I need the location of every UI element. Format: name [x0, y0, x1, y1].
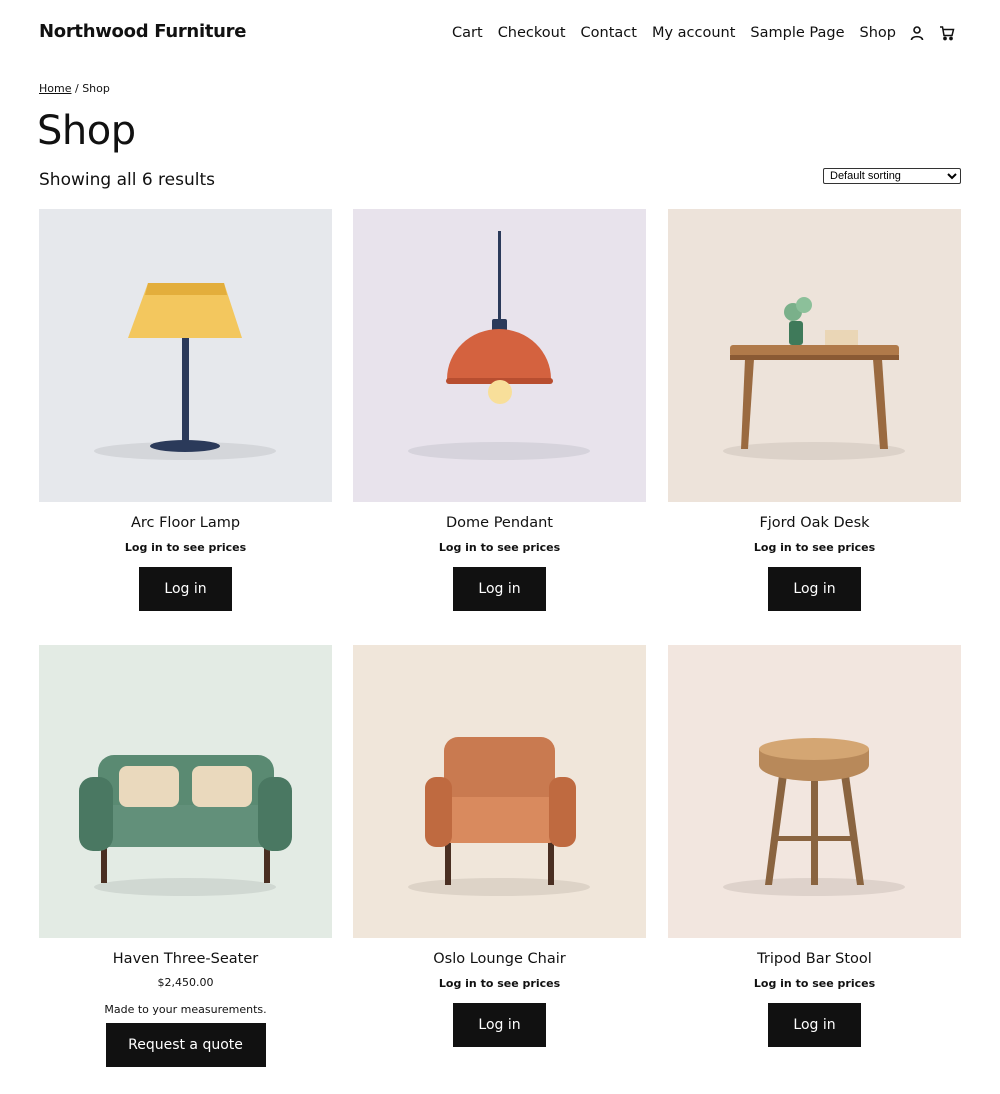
product-name[interactable]: Dome Pendant	[353, 514, 646, 532]
breadcrumb-home[interactable]: Home	[39, 82, 71, 95]
product-name[interactable]: Fjord Oak Desk	[668, 514, 961, 532]
product-card: Haven Three-Seater $2,450.00 Made to you…	[39, 645, 332, 1067]
breadcrumb-current: Shop	[82, 82, 110, 95]
product-name[interactable]: Haven Three-Seater	[39, 950, 332, 968]
nav-shop[interactable]: Shop	[860, 25, 896, 41]
nav-sample-page[interactable]: Sample Page	[750, 25, 844, 41]
login-button[interactable]: Log in	[768, 1003, 861, 1047]
product-card: Arc Floor Lamp Log in to see prices Log …	[39, 209, 332, 611]
main-nav: Cart Checkout Contact My account Sample …	[437, 23, 956, 43]
breadcrumb-separator: /	[71, 82, 83, 95]
page-title: Shop	[37, 108, 136, 154]
product-card: Oslo Lounge Chair Log in to see prices L…	[353, 645, 646, 1047]
price-note: Log in to see prices	[438, 541, 561, 554]
site-title[interactable]: Northwood Furniture	[39, 21, 246, 42]
product-description: Made to your measurements.	[104, 1003, 267, 1016]
product-image-sofa[interactable]	[39, 645, 332, 938]
sort-select[interactable]: Default sorting	[823, 168, 961, 184]
account-icon[interactable]	[908, 24, 926, 42]
product-image-armchair[interactable]	[353, 645, 646, 938]
product-card: Tripod Bar Stool Log in to see prices Lo…	[668, 645, 961, 1047]
nav-checkout[interactable]: Checkout	[498, 25, 566, 41]
price-note: Log in to see prices	[753, 977, 876, 990]
product-image-floor-lamp[interactable]	[39, 209, 332, 502]
product-name[interactable]: Oslo Lounge Chair	[353, 950, 646, 968]
breadcrumb: Home / Shop	[39, 82, 110, 95]
nav-my-account[interactable]: My account	[652, 25, 735, 41]
login-button[interactable]: Log in	[453, 567, 546, 611]
cart-icon[interactable]	[938, 24, 956, 42]
price-note: Log in to see prices	[438, 977, 561, 990]
price-note: Log in to see prices	[753, 541, 876, 554]
product-card: Dome Pendant Log in to see prices Log in	[353, 209, 646, 611]
product-card: Fjord Oak Desk Log in to see prices Log …	[668, 209, 961, 611]
login-button[interactable]: Log in	[453, 1003, 546, 1047]
product-image-pendant-lamp[interactable]	[353, 209, 646, 502]
product-image-desk[interactable]	[668, 209, 961, 502]
product-price: $2,450.00	[157, 976, 214, 989]
nav-cart[interactable]: Cart	[452, 25, 483, 41]
product-name[interactable]: Arc Floor Lamp	[39, 514, 332, 532]
request-quote-button[interactable]: Request a quote	[105, 1023, 266, 1067]
login-button[interactable]: Log in	[768, 567, 861, 611]
price-note: Log in to see prices	[124, 541, 247, 554]
result-count: Showing all 6 results	[39, 170, 216, 190]
login-button[interactable]: Log in	[139, 567, 232, 611]
nav-contact[interactable]: Contact	[581, 25, 637, 41]
product-name[interactable]: Tripod Bar Stool	[668, 950, 961, 968]
product-image-bar-stool[interactable]	[668, 645, 961, 938]
